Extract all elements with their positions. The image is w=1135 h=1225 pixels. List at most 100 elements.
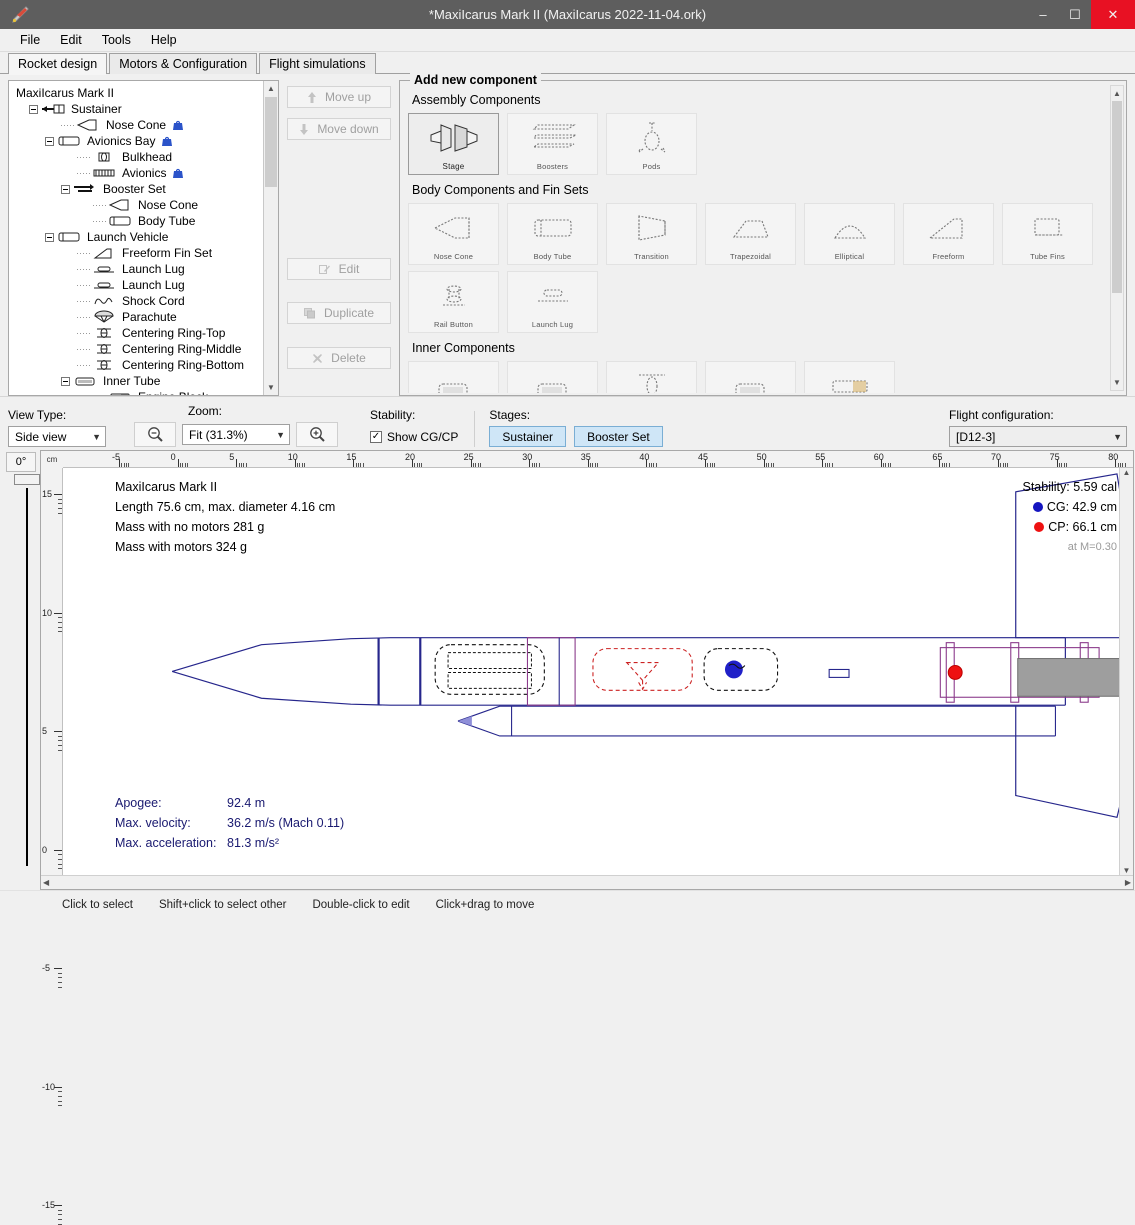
stage-button-booster-set[interactable]: Booster Set	[574, 426, 663, 447]
tab-flight-simulations[interactable]: Flight simulations	[259, 53, 376, 74]
maximize-button[interactable]: ☐	[1059, 0, 1091, 29]
canvas-scroll-up-icon[interactable]: ▲	[1123, 468, 1131, 477]
tree-node[interactable]: Nose Cone	[13, 197, 276, 213]
stage-button-sustainer[interactable]: Sustainer	[489, 426, 567, 447]
menu-tools[interactable]: Tools	[92, 31, 141, 49]
add-component-button[interactable]: Engine	[804, 361, 895, 393]
flight-config-select[interactable]: [D12-3] ▼	[949, 426, 1127, 447]
tree-node[interactable]: Body Tube	[13, 213, 276, 229]
tree-node[interactable]: Shock Cord	[13, 293, 276, 309]
close-button[interactable]: ✕	[1091, 0, 1135, 29]
rotation-slider-knob[interactable]	[14, 474, 40, 485]
tree-node[interactable]: Avionics Bay	[13, 133, 276, 149]
ruler-minor-tick	[941, 463, 943, 467]
panel-scroll-up-icon[interactable]: ▲	[1111, 86, 1123, 101]
tree-expander[interactable]	[45, 136, 54, 146]
tree-expander[interactable]	[61, 376, 70, 386]
move-up-button[interactable]: Move up	[287, 86, 391, 108]
rotation-slider-track[interactable]	[26, 488, 28, 866]
stability-info: Stability: 5.59 cal CG: 42.9 cm CP: 66.1…	[1023, 477, 1118, 557]
tree-node[interactable]: Centering Ring-Top	[13, 325, 276, 341]
add-component-button[interactable]: Tube Fins	[1002, 203, 1093, 265]
scroll-thumb[interactable]	[265, 97, 277, 187]
tree-scrollbar[interactable]: ▲ ▼	[263, 81, 278, 395]
tree-node[interactable]: Launch Lug	[13, 261, 276, 277]
add-component-button[interactable]: Centering	[606, 361, 697, 393]
menu-edit[interactable]: Edit	[50, 31, 92, 49]
component-icon-shockcord	[91, 294, 117, 308]
tree-node[interactable]: Sustainer	[13, 101, 276, 117]
move-down-button[interactable]: Move down	[287, 118, 391, 140]
delete-button[interactable]: Delete	[287, 347, 391, 369]
add-component-button[interactable]: Launch Lug	[507, 271, 598, 333]
tree-node-label: Freeform Fin Set	[122, 246, 213, 260]
add-component-button[interactable]	[507, 361, 598, 393]
add-component-button[interactable]: Transition	[606, 203, 697, 265]
tree-node[interactable]: Booster Set	[13, 181, 276, 197]
show-cgcp-checkbox[interactable]: ✓ Show CG/CP	[370, 426, 458, 447]
add-component-button[interactable]: Boosters	[507, 113, 598, 175]
ruler-tick-label: 40	[639, 452, 650, 462]
tree-node[interactable]: Centering Ring-Bottom	[13, 357, 276, 373]
tree-node[interactable]: Launch Lug	[13, 277, 276, 293]
rocket-canvas[interactable]: -5 0 5 10 15 20 25 30 35 40 45 50 55 60 65 70 75 80 15 10 5…	[40, 450, 1134, 1225]
ruler-minor-tick	[304, 463, 306, 467]
canvas-scroll-left-icon[interactable]: ◀	[43, 878, 49, 887]
zoom-out-button[interactable]	[134, 422, 176, 447]
tree-node[interactable]: Centering Ring-Middle	[13, 341, 276, 357]
component-tree[interactable]: MaxiIcarus Mark II Sustainer Nose Cone Avio…	[9, 81, 278, 395]
tree-node[interactable]: Nose Cone	[13, 117, 276, 133]
mass-override-icon	[172, 119, 184, 131]
menu-file[interactable]: File	[10, 31, 50, 49]
zoom-select[interactable]: Fit (31.3%) ▼	[182, 424, 290, 445]
add-component-button[interactable]: Rail Button	[408, 271, 499, 333]
ruler-tick-label: 45	[698, 452, 709, 462]
panel-splitter[interactable]	[0, 396, 1135, 404]
canvas-scroll-right-icon[interactable]: ▶	[1125, 878, 1131, 887]
add-component-button[interactable]	[408, 361, 499, 393]
duplicate-button[interactable]: Duplicate	[287, 302, 391, 324]
ruler-minor-tick	[597, 463, 599, 467]
tree-node[interactable]: Avionics	[13, 165, 276, 181]
tree-node[interactable]: Launch Vehicle	[13, 229, 276, 245]
cp-marker-icon	[1034, 522, 1045, 532]
tree-node[interactable]: Bulkhead	[13, 149, 276, 165]
tree-node[interactable]: Engine Block	[13, 389, 276, 395]
canvas-vertical-scrollbar[interactable]: ▲ ▼	[1119, 468, 1133, 875]
tab-rocket-design[interactable]: Rocket design	[8, 53, 108, 75]
tree-connector	[77, 156, 91, 158]
tree-expander[interactable]	[61, 184, 70, 194]
add-component-button[interactable]: Pods	[606, 113, 697, 175]
add-component-button[interactable]	[705, 361, 796, 393]
add-component-button[interactable]: Nose Cone	[408, 203, 499, 265]
panel-scroll-down-icon[interactable]: ▼	[1111, 375, 1123, 390]
component-tree-panel[interactable]: MaxiIcarus Mark II Sustainer Nose Cone Avio…	[8, 80, 279, 396]
tree-node[interactable]: Inner Tube	[13, 373, 276, 389]
tab-motors-configuration[interactable]: Motors & Configuration	[109, 53, 258, 74]
add-component-button[interactable]: Elliptical	[804, 203, 895, 265]
tree-node-label: Sustainer	[71, 102, 122, 116]
minimize-button[interactable]: –	[1027, 0, 1059, 29]
add-component-scrollbar[interactable]: ▲ ▼	[1110, 85, 1124, 391]
checkbox-box[interactable]: ✓	[370, 430, 382, 443]
tree-node[interactable]: Parachute	[13, 309, 276, 325]
add-component-button[interactable]: Body Tube	[507, 203, 598, 265]
tree-node[interactable]: Freeform Fin Set	[13, 245, 276, 261]
component-icon-nosecone	[75, 118, 101, 132]
edit-button[interactable]: Edit	[287, 258, 391, 280]
add-component-button[interactable]: Stage	[408, 113, 499, 175]
zoom-in-button[interactable]	[296, 422, 338, 447]
scroll-down-icon[interactable]: ▼	[264, 380, 278, 395]
component-icon-parachute	[91, 310, 117, 324]
canvas-scroll-down-icon[interactable]: ▼	[1123, 866, 1131, 875]
panel-scroll-thumb[interactable]	[1112, 101, 1122, 293]
view-type-select[interactable]: Side view ▼	[8, 426, 106, 447]
add-component-button[interactable]: Trapezoidal	[705, 203, 796, 265]
add-component-button[interactable]: Freeform	[903, 203, 994, 265]
tree-expander[interactable]	[29, 104, 38, 114]
menu-help[interactable]: Help	[141, 31, 187, 49]
scroll-up-icon[interactable]: ▲	[264, 81, 278, 96]
tree-node[interactable]: MaxiIcarus Mark II	[13, 85, 276, 101]
canvas-horizontal-scrollbar[interactable]: ◀ ▶	[41, 875, 1133, 889]
tree-expander[interactable]	[45, 232, 54, 242]
